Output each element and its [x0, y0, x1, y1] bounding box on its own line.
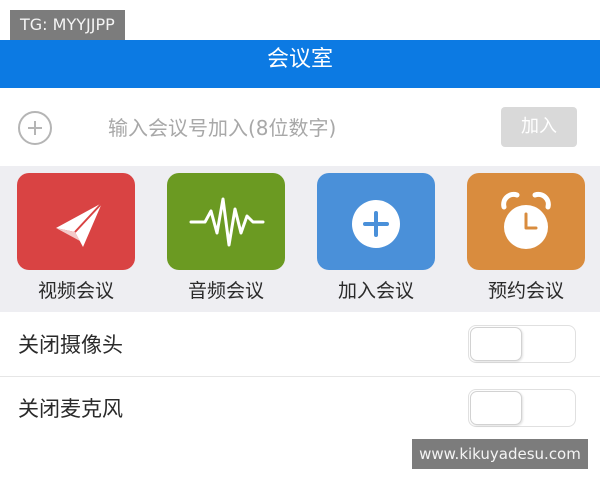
join-meeting-button[interactable]: 加入会议 — [317, 173, 435, 309]
alarm-clock-icon — [501, 191, 551, 249]
plus-circle-icon — [18, 111, 52, 145]
toggle-knob — [470, 391, 522, 425]
join-meeting-label: 加入会议 — [337, 280, 414, 302]
setting-row-microphone: 关闭麦克风 — [0, 377, 600, 439]
toggle-knob — [470, 327, 522, 361]
paper-plane-icon — [56, 202, 103, 247]
setting-label-microphone: 关闭麦克风 — [18, 397, 123, 421]
schedule-meeting-label: 预约会议 — [487, 280, 564, 302]
schedule-meeting-tile[interactable] — [467, 173, 585, 270]
video-meeting-button[interactable]: 视频会议 — [17, 173, 135, 309]
page-title: 会议室 — [266, 47, 333, 72]
audio-meeting-button[interactable]: 音频会议 — [167, 173, 285, 309]
join-meeting-tile[interactable] — [317, 173, 435, 270]
video-meeting-tile[interactable] — [17, 173, 135, 270]
setting-label-camera: 关闭摄像头 — [18, 333, 123, 357]
schedule-meeting-button[interactable]: 预约会议 — [467, 173, 585, 309]
audio-meeting-tile[interactable] — [167, 173, 285, 270]
watermark-top: TG: MYYJJPP — [10, 10, 125, 40]
join-button[interactable]: 加入 — [501, 107, 577, 147]
plus-circle-icon — [352, 200, 400, 248]
page-header: 会议室 — [0, 40, 600, 88]
audio-meeting-label: 音频会议 — [187, 280, 264, 302]
setting-row-camera: 关闭摄像头 — [0, 313, 600, 375]
meeting-actions: 视频会议 音频会议 加入会议 预约会议 — [0, 166, 600, 312]
microphone-off-toggle[interactable] — [468, 389, 576, 427]
meeting-number-input[interactable] — [100, 108, 478, 148]
audio-wave-icon — [189, 197, 265, 247]
video-meeting-label: 视频会议 — [37, 280, 114, 302]
camera-off-toggle[interactable] — [468, 325, 576, 363]
watermark-bottom: www.kikuyadesu.com — [412, 439, 588, 469]
